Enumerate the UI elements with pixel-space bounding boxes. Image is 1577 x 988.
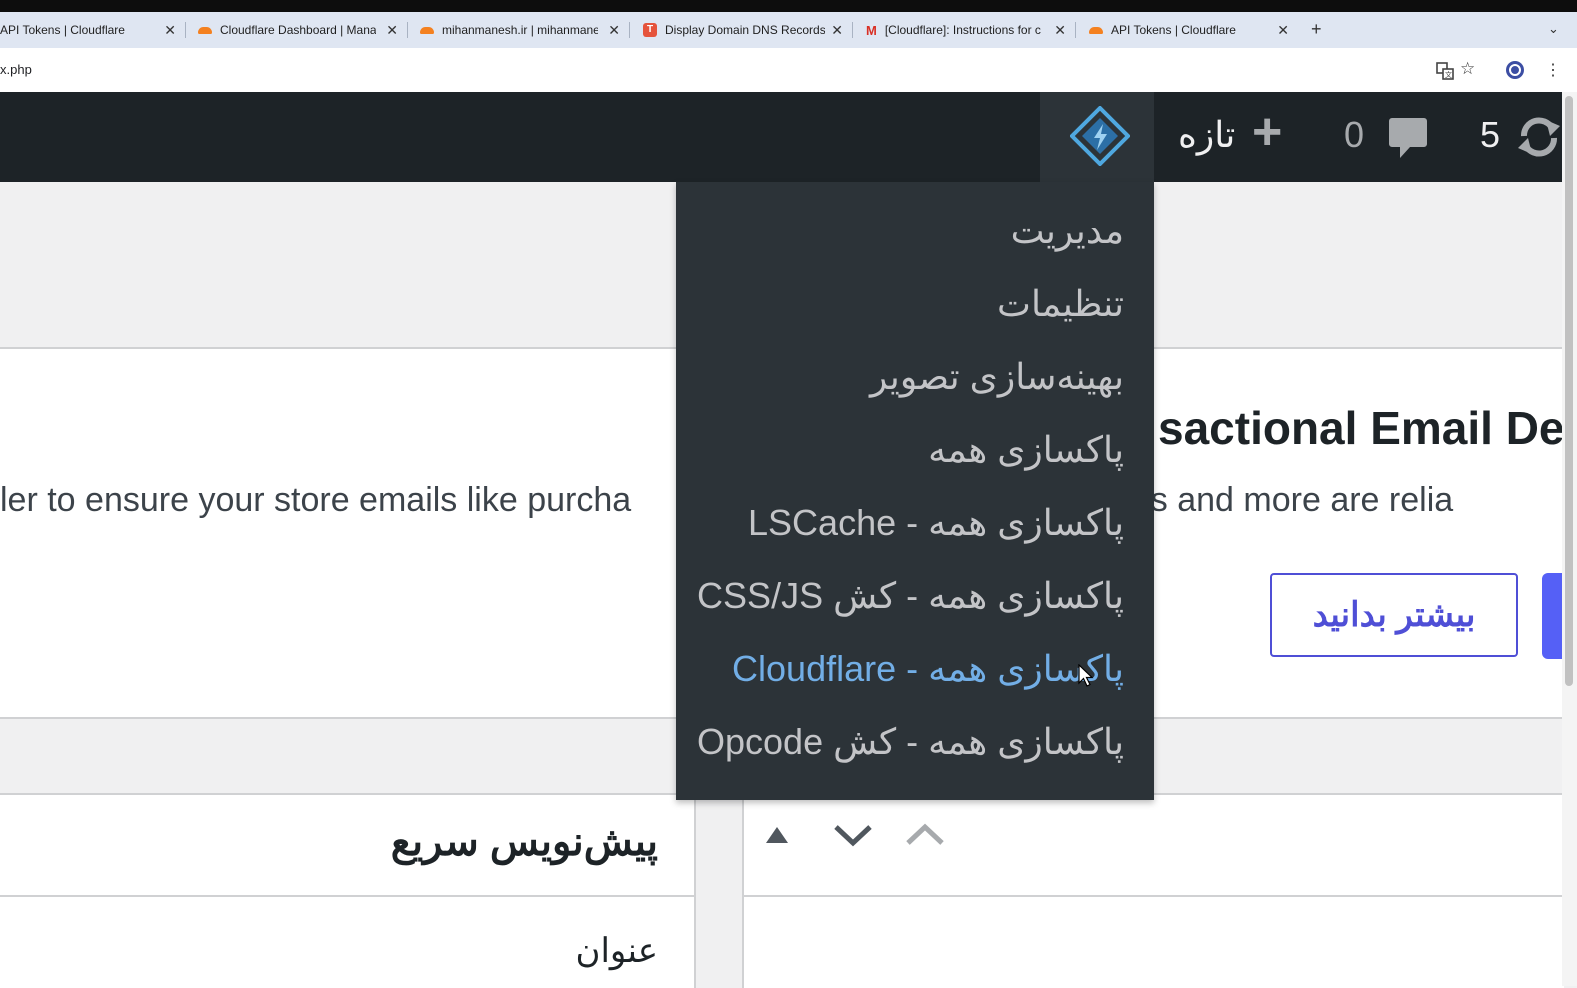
comment-bubble-icon[interactable] xyxy=(1388,116,1428,162)
new-tab-button[interactable]: + xyxy=(1311,19,1322,40)
litespeed-menu-toggle[interactable] xyxy=(1040,92,1154,182)
comments-count[interactable]: 0 xyxy=(1344,114,1364,156)
tab-title: API Tokens | Cloudflare xyxy=(1111,23,1236,37)
url-field[interactable]: x.php xyxy=(0,62,32,77)
dashboard-widget-panel xyxy=(742,793,1564,988)
svg-text:文: 文 xyxy=(1445,70,1452,79)
close-icon[interactable]: ✕ xyxy=(1054,22,1066,39)
gmail-icon: M xyxy=(866,22,877,38)
cloudflare-icon xyxy=(198,26,212,34)
tab-title: API Tokens | Cloudflare xyxy=(0,23,125,37)
browser-tab[interactable]: API Tokens | Cloudflare ✕ xyxy=(1089,12,1297,48)
divider xyxy=(744,895,1564,897)
tab-search-chevron-icon[interactable]: ⌄ xyxy=(1548,21,1559,37)
browser-tab[interactable]: mihanmanesh.ir | mihanmanesh ✕ xyxy=(420,12,630,48)
tab-title: mihanmanesh.ir | mihanmanesh xyxy=(442,23,598,37)
menu-item-purge-all[interactable]: پاکسازی همه xyxy=(928,429,1124,471)
notice-title: sactional Email Del xyxy=(1158,402,1577,454)
close-icon[interactable]: ✕ xyxy=(831,22,843,39)
browser-tab[interactable]: Cloudflare Dashboard | Manag ✕ xyxy=(198,12,408,48)
move-down-chevron-icon[interactable] xyxy=(832,821,874,849)
mouse-cursor-icon xyxy=(1078,664,1094,687)
menu-item-purge-cloudflare[interactable]: پاکسازی همه - Cloudflare xyxy=(732,648,1124,690)
primary-action-button[interactable] xyxy=(1542,573,1562,659)
quick-draft-panel: پیش‌نویس سریع عنوان xyxy=(0,793,696,988)
browser-tab[interactable]: API Tokens | Cloudflare ✕ xyxy=(0,12,186,48)
tab-title: Display Domain DNS Records xyxy=(665,23,825,37)
menu-item-settings[interactable]: تنظیمات xyxy=(997,283,1124,325)
wp-admin-bar: تازه + 0 5 xyxy=(0,92,1577,182)
cloudflare-icon xyxy=(1089,26,1103,34)
browser-menu-icon[interactable]: ⋮ xyxy=(1545,60,1561,80)
translate-icon[interactable]: 文 xyxy=(1436,62,1454,80)
litespeed-dropdown-menu: مدیریت تنظیمات بهینه‌سازی تصویر پاکسازی … xyxy=(676,182,1154,800)
collapse-toggle-icon[interactable] xyxy=(764,825,790,845)
window-top-strip xyxy=(0,0,1577,12)
browser-tab-bar: API Tokens | Cloudflare ✕ Cloudflare Das… xyxy=(0,12,1577,48)
updates-refresh-icon[interactable] xyxy=(1516,114,1562,160)
menu-item-image-optimization[interactable]: بهینه‌سازی تصویر xyxy=(870,356,1124,398)
plus-icon[interactable]: + xyxy=(1252,106,1282,158)
menu-item-purge-cssjs[interactable]: پاکسازی همه - کش CSS/JS xyxy=(697,575,1124,617)
browser-tab[interactable]: T Display Domain DNS Records ✕ xyxy=(643,12,853,48)
close-icon[interactable]: ✕ xyxy=(608,22,620,39)
tab-title: [Cloudflare]: Instructions for c xyxy=(884,23,1041,37)
close-icon[interactable]: ✕ xyxy=(164,22,176,39)
menu-item-manage[interactable]: مدیریت xyxy=(1011,210,1124,252)
close-icon[interactable]: ✕ xyxy=(386,22,398,39)
divider xyxy=(0,895,694,897)
tab-title: Cloudflare Dashboard | Manag xyxy=(220,23,376,37)
new-content-label[interactable]: تازه xyxy=(1178,114,1235,156)
address-bar: x.php 文 ☆ ⋮ xyxy=(0,48,1577,92)
extension-icon[interactable] xyxy=(1505,60,1525,80)
move-up-chevron-icon[interactable] xyxy=(904,821,946,849)
litespeed-logo-icon xyxy=(1070,106,1130,166)
scrollbar-thumb[interactable] xyxy=(1565,96,1573,686)
menu-item-purge-lscache[interactable]: پاکسازی همه - LSCache xyxy=(748,502,1124,544)
menu-item-purge-opcode[interactable]: پاکسازی همه - کش Opcode xyxy=(697,721,1124,763)
cloudflare-icon xyxy=(420,26,434,34)
t-logo-icon: T xyxy=(643,23,657,37)
browser-tab[interactable]: M [Cloudflare]: Instructions for c ✕ xyxy=(866,12,1076,48)
page-scrollbar[interactable] xyxy=(1562,92,1577,986)
updates-count[interactable]: 5 xyxy=(1480,114,1500,156)
close-icon[interactable]: ✕ xyxy=(1277,22,1289,39)
title-field-label: عنوان xyxy=(575,932,658,970)
bookmark-star-icon[interactable]: ☆ xyxy=(1460,59,1475,79)
quick-draft-title: پیش‌نویس سریع xyxy=(390,820,658,864)
learn-more-button[interactable]: بیشتر بدانید xyxy=(1270,573,1518,657)
